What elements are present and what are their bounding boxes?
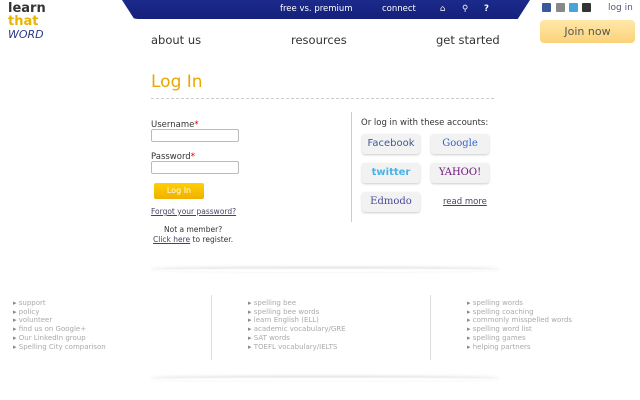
footer-link[interactable]: academic vocabulary/GRE xyxy=(248,325,346,334)
twitter-icon[interactable] xyxy=(569,3,578,12)
click-here-link[interactable]: Click here xyxy=(153,235,190,244)
footer-link[interactable]: spelling words xyxy=(467,299,572,308)
footer-link[interactable]: spelling bee words xyxy=(248,308,346,317)
password-input[interactable] xyxy=(151,161,239,174)
footer-link[interactable]: volunteer xyxy=(13,316,106,325)
nav-get-started[interactable]: get started xyxy=(436,33,500,47)
footer-divider xyxy=(430,295,431,360)
footer-link[interactable]: policy xyxy=(13,308,106,317)
delicious-icon[interactable] xyxy=(556,3,565,12)
logo[interactable]: learn that WORD xyxy=(8,2,46,41)
join-now-button[interactable]: Join now xyxy=(540,20,635,43)
footer-link[interactable]: commonly misspelled words xyxy=(467,316,572,325)
read-more-link[interactable]: read more xyxy=(443,197,487,207)
footer-link[interactable]: spelling games xyxy=(467,334,572,343)
register-suffix: to register. xyxy=(190,235,234,244)
logo-text: WORD xyxy=(8,28,44,41)
facebook-icon[interactable] xyxy=(542,3,551,12)
username-input[interactable] xyxy=(151,129,239,142)
search-icon[interactable]: ⚲ xyxy=(462,4,468,14)
footer-link[interactable]: Our LinkedIn group xyxy=(13,334,106,343)
google-login-button[interactable]: Google xyxy=(431,134,489,154)
connect-link[interactable]: connect xyxy=(382,4,416,14)
forgot-password-link[interactable]: Forgot your password? xyxy=(151,207,236,216)
divider xyxy=(150,377,500,381)
nav-resources[interactable]: resources xyxy=(291,33,347,47)
divider xyxy=(150,268,500,272)
twitter-login-button[interactable]: twitter xyxy=(362,163,420,183)
footer-divider xyxy=(211,295,212,360)
footer-col-3: spelling wordsspelling coachingcommonly … xyxy=(467,299,572,351)
logo-text: that xyxy=(8,14,39,29)
divider xyxy=(151,98,494,99)
home-icon[interactable]: ⌂ xyxy=(440,4,445,14)
log-in-link[interactable]: log in xyxy=(608,3,633,13)
social-login-heading: Or log in with these accounts: xyxy=(361,118,489,128)
column-divider xyxy=(351,112,352,222)
footer-link[interactable]: Spelling City comparison xyxy=(13,343,106,352)
footer-col-2: spelling beespelling bee wordslearn Engl… xyxy=(248,299,346,351)
footer-col-1: supportpolicyvolunteerfind us on Google+… xyxy=(13,299,106,351)
footer-link[interactable]: SAT words xyxy=(248,334,346,343)
facebook-login-button[interactable]: Facebook xyxy=(362,134,420,154)
help-icon[interactable]: ? xyxy=(484,4,489,14)
footer-link[interactable]: helping partners xyxy=(467,343,572,352)
register-text: Click here to register. xyxy=(153,235,233,244)
footer-link[interactable]: learn English (ELL) xyxy=(248,316,346,325)
rss-icon[interactable] xyxy=(582,3,591,12)
not-member-text: Not a member? xyxy=(164,225,223,234)
edmodo-login-button[interactable]: Edmodo xyxy=(362,192,420,212)
nav-about-us[interactable]: about us xyxy=(151,33,201,47)
log-in-button[interactable]: Log In xyxy=(154,183,204,199)
footer-link[interactable]: spelling bee xyxy=(248,299,346,308)
top-bar: free vs. premium connect ⌂ ⚲ ? xyxy=(122,0,530,19)
footer-link[interactable]: find us on Google+ xyxy=(13,325,106,334)
page-title: Log In xyxy=(151,72,203,92)
footer-link[interactable]: spelling coaching xyxy=(467,308,572,317)
footer-link[interactable]: TOEFL vocabulary/IELTS xyxy=(248,343,346,352)
footer-link[interactable]: support xyxy=(13,299,106,308)
footer-link[interactable]: spelling word list xyxy=(467,325,572,334)
free-vs-premium-link[interactable]: free vs. premium xyxy=(280,4,353,14)
yahoo-login-button[interactable]: YAHOO! xyxy=(431,163,489,183)
